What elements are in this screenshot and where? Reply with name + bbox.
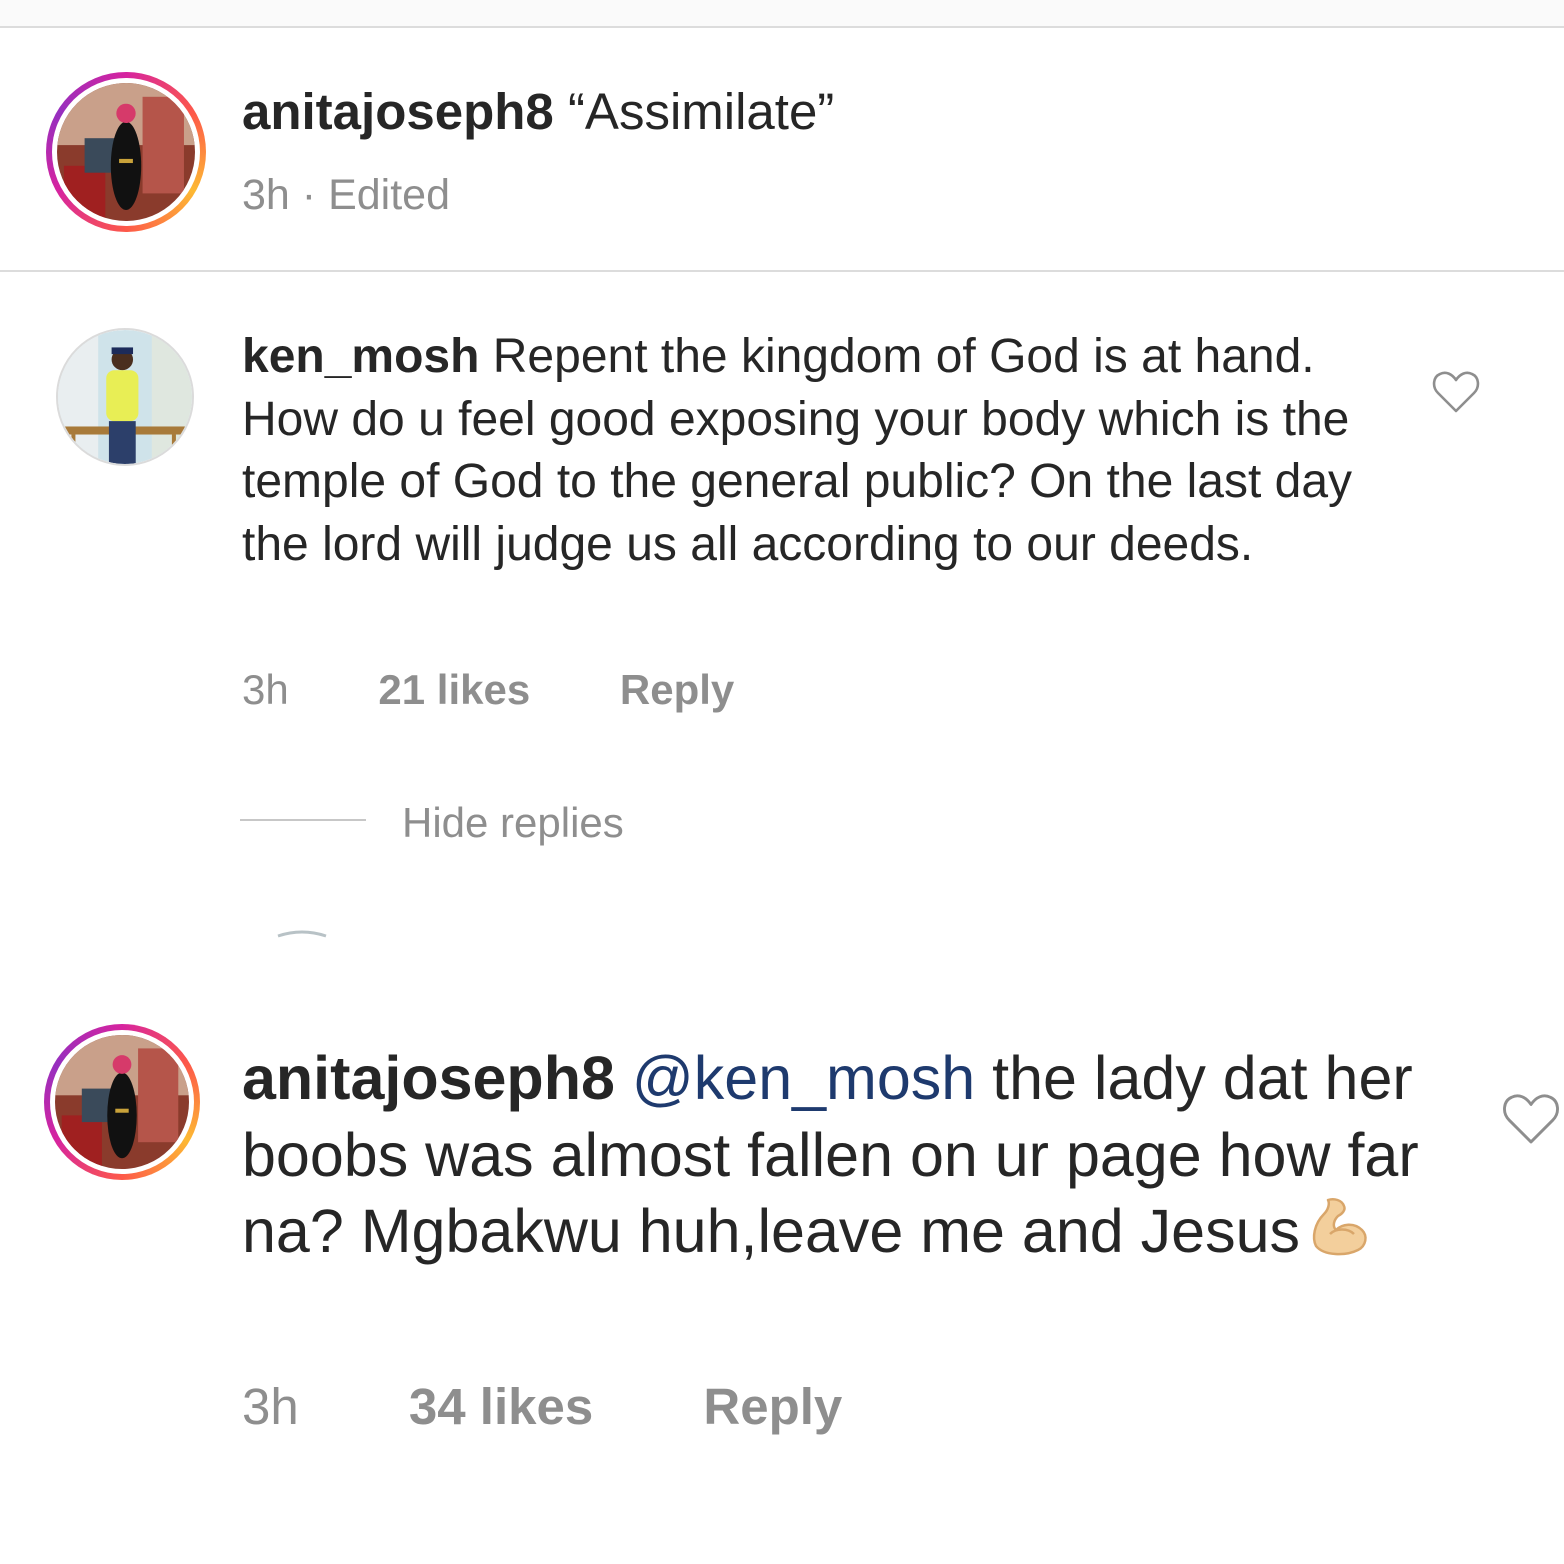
reply-button[interactable]: Reply [703, 1374, 842, 1440]
comment-username[interactable]: ken_mosh [242, 330, 479, 383]
comment-actions: 3h 21 likes Reply [242, 662, 734, 718]
comment-time: 3h [242, 666, 289, 713]
meta-separator: · [301, 171, 317, 219]
caption-divider [0, 270, 1564, 272]
edited-label: Edited [328, 171, 451, 219]
reply-actions: 3h 34 likes Reply [242, 1374, 842, 1440]
hide-replies-button[interactable]: Hide replies [402, 796, 624, 850]
reply-author-avatar[interactable] [44, 1024, 200, 1180]
comment-text: ken_mosh Repent the kingdom of God is at… [242, 326, 1402, 576]
loading-avatar-edge [277, 930, 327, 938]
comment-time: 3h [242, 171, 290, 219]
like-heart-icon[interactable] [1432, 370, 1480, 414]
top-bar-edge [0, 0, 1564, 28]
profile-photo [58, 330, 192, 464]
likes-count[interactable]: 21 likes [378, 662, 530, 718]
mention-link[interactable]: @ken_mosh [632, 1044, 975, 1112]
profile-photo [57, 83, 195, 221]
caption-meta: 3h · Edited [242, 168, 450, 222]
flexed-biceps-emoji [1312, 1198, 1367, 1256]
caption-text: anitajoseph8 “Assimilate” [242, 82, 834, 142]
comment-body: “Assimilate” [567, 83, 835, 140]
commenter-avatar[interactable] [56, 328, 194, 466]
comment-username[interactable]: anitajoseph8 [242, 83, 554, 140]
comment-username[interactable]: anitajoseph8 [242, 1044, 615, 1112]
profile-photo [55, 1035, 189, 1169]
caption-author-avatar[interactable] [46, 72, 206, 232]
like-heart-icon[interactable] [1502, 1092, 1560, 1146]
reply-text: anitajoseph8 @ken_mosh the lady dat her … [242, 1040, 1442, 1270]
comment-time: 3h [242, 1378, 299, 1435]
reply-button[interactable]: Reply [620, 662, 734, 718]
replies-line [240, 819, 366, 821]
likes-count[interactable]: 34 likes [409, 1374, 593, 1440]
comments-screen: anitajoseph8 “Assimilate” 3h · Edited ke… [0, 0, 1564, 1564]
